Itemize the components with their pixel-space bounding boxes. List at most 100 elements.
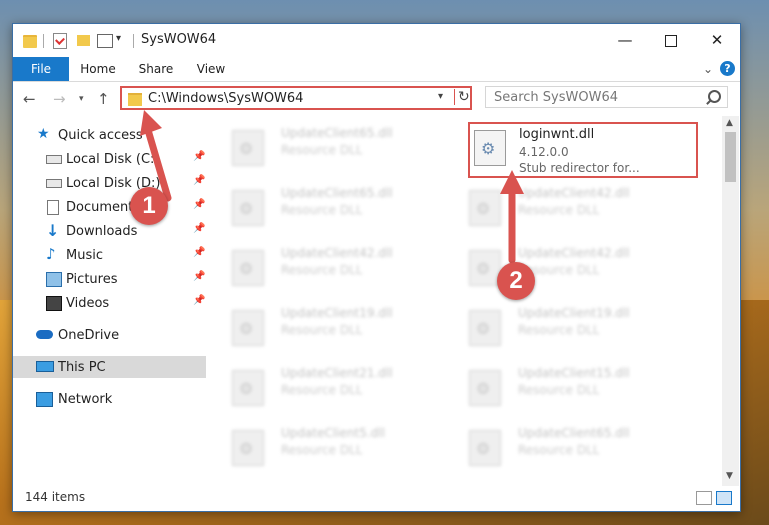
list-item[interactable]: UpdateClient19.dll Resource DLL — [206, 300, 436, 356]
toolbar-divider — [43, 34, 44, 48]
file-description: Resource DLL — [281, 143, 363, 157]
dll-file-icon — [469, 430, 501, 466]
file-name: UpdateClient21.dll — [281, 366, 393, 380]
window-title: SysWOW64 — [141, 32, 217, 47]
pin-icon[interactable]: 📌 — [193, 199, 205, 210]
sidebar-item-label: Network — [58, 392, 113, 407]
status-bar: 144 items — [13, 486, 740, 510]
sidebar-item-label: This PC — [58, 360, 106, 375]
sidebar-item-network[interactable]: Network — [13, 388, 206, 410]
details-view-icon[interactable] — [696, 491, 712, 505]
tab-file[interactable]: File — [13, 57, 69, 81]
maximize-icon — [665, 34, 677, 47]
close-button[interactable]: ✕ — [694, 24, 740, 57]
search-icon[interactable] — [708, 90, 721, 103]
item-count: 144 items — [25, 490, 86, 504]
chevron-down-icon[interactable]: ▾ — [116, 33, 121, 49]
large-icons-view-icon[interactable] — [716, 491, 732, 505]
pin-icon[interactable]: 📌 — [193, 271, 205, 282]
vertical-scrollbar[interactable]: ▲ ▼ — [722, 116, 739, 486]
documents-icon — [47, 200, 59, 215]
sidebar-item-videos[interactable]: Videos 📌 — [13, 292, 206, 314]
list-item[interactable]: UpdateClient21.dll Resource DLL — [206, 360, 436, 416]
file-description: Resource DLL — [281, 203, 363, 217]
list-item[interactable]: UpdateClient19.dll Resource DLL — [443, 300, 673, 356]
back-arrow-icon[interactable]: ← — [23, 90, 36, 108]
dll-file-icon — [232, 130, 264, 166]
sidebar-item-label: Videos — [66, 296, 110, 311]
toolbar-divider — [133, 34, 134, 48]
scroll-down-icon[interactable]: ▼ — [726, 471, 733, 481]
list-item[interactable]: UpdateClient42.dll Resource DLL — [443, 180, 673, 236]
dll-file-icon — [469, 310, 501, 346]
sidebar-item-pictures[interactable]: Pictures 📌 — [13, 268, 206, 290]
chevron-down-icon[interactable]: ▾ — [438, 91, 443, 102]
new-folder-icon[interactable] — [77, 35, 90, 46]
dll-file-icon — [474, 130, 506, 166]
tab-view[interactable]: View — [185, 57, 237, 81]
sidebar-item-downloads[interactable]: ↓ Downloads 📌 — [13, 220, 206, 242]
music-icon: ♪ — [46, 245, 56, 263]
view-layout-icon[interactable] — [97, 34, 113, 48]
sidebar-item-label: Downloads — [66, 224, 138, 239]
minimize-button[interactable]: — — [602, 24, 648, 57]
refresh-icon[interactable]: ↻ — [454, 89, 474, 105]
sidebar-item-onedrive[interactable]: OneDrive — [13, 324, 206, 346]
annotation-arrow-2 — [500, 170, 524, 264]
drive-icon — [46, 179, 62, 188]
list-item[interactable]: UpdateClient65.dll Resource DLL — [443, 420, 673, 476]
pin-icon[interactable]: 📌 — [193, 295, 205, 306]
dll-file-icon — [232, 310, 264, 346]
scrollbar-thumb[interactable] — [725, 132, 736, 182]
file-description: Resource DLL — [518, 383, 600, 397]
expand-ribbon-icon[interactable]: ⌄ — [703, 62, 713, 76]
dll-file-icon — [232, 250, 264, 286]
folder-icon — [23, 35, 37, 48]
ribbon-tabs: File Home Share View ⌄ ? — [13, 57, 740, 82]
file-version: 4.12.0.0 — [519, 145, 569, 159]
maximize-button[interactable] — [648, 24, 694, 57]
sidebar-item-this-pc[interactable]: This PC — [13, 356, 206, 378]
list-item[interactable]: UpdateClient42.dll Resource DLL — [443, 240, 673, 296]
properties-icon[interactable] — [53, 33, 67, 49]
up-arrow-icon[interactable]: ↑ — [97, 90, 110, 108]
network-icon — [36, 392, 53, 407]
address-path[interactable]: C:\Windows\SysWOW64 — [148, 91, 303, 106]
pin-icon[interactable]: 📌 — [193, 175, 205, 186]
star-icon: ★ — [37, 126, 50, 142]
tab-home[interactable]: Home — [71, 57, 125, 81]
onedrive-icon — [36, 330, 53, 339]
pin-icon[interactable]: 📌 — [193, 223, 205, 234]
search-input[interactable]: Search SysWOW64 — [485, 86, 728, 108]
pin-icon[interactable]: 📌 — [193, 247, 205, 258]
list-item[interactable]: UpdateClient15.dll Resource DLL — [443, 360, 673, 416]
sidebar-item-label: Pictures — [66, 272, 118, 287]
file-description: Resource DLL — [281, 263, 363, 277]
pictures-icon — [46, 272, 62, 287]
forward-arrow-icon[interactable]: → — [53, 90, 66, 108]
downloads-icon: ↓ — [46, 221, 60, 240]
search-placeholder: Search SysWOW64 — [494, 90, 618, 105]
tab-share[interactable]: Share — [129, 57, 183, 81]
drive-icon — [46, 155, 62, 164]
file-description: Resource DLL — [518, 443, 600, 457]
scroll-up-icon[interactable]: ▲ — [726, 118, 733, 128]
list-item[interactable]: UpdateClient5.dll Resource DLL — [206, 420, 436, 476]
title-bar: ▾ SysWOW64 — ✕ — [13, 24, 740, 57]
step-badge-2: 2 — [497, 262, 535, 300]
address-bar[interactable]: C:\Windows\SysWOW64 ▾ ↻ — [120, 86, 472, 110]
help-icon[interactable]: ? — [720, 61, 735, 76]
pin-icon[interactable]: 📌 — [193, 151, 205, 162]
file-description: Resource DLL — [281, 323, 363, 337]
file-name: UpdateClient19.dll — [281, 306, 393, 320]
list-item[interactable]: UpdateClient65.dll Resource DLL — [206, 180, 436, 236]
recent-locations-icon[interactable]: ▾ — [79, 94, 84, 104]
navigation-bar: ← → ▾ ↑ C:\Windows\SysWOW64 ▾ ↻ Search S… — [13, 82, 740, 116]
list-item[interactable]: UpdateClient42.dll Resource DLL — [206, 240, 436, 296]
file-name: UpdateClient19.dll — [518, 306, 630, 320]
sidebar-item-music[interactable]: ♪ Music 📌 — [13, 244, 206, 266]
dll-file-icon — [232, 430, 264, 466]
file-name: UpdateClient42.dll — [281, 246, 393, 260]
file-name: UpdateClient65.dll — [281, 186, 393, 200]
list-item[interactable]: UpdateClient65.dll Resource DLL — [206, 120, 436, 176]
